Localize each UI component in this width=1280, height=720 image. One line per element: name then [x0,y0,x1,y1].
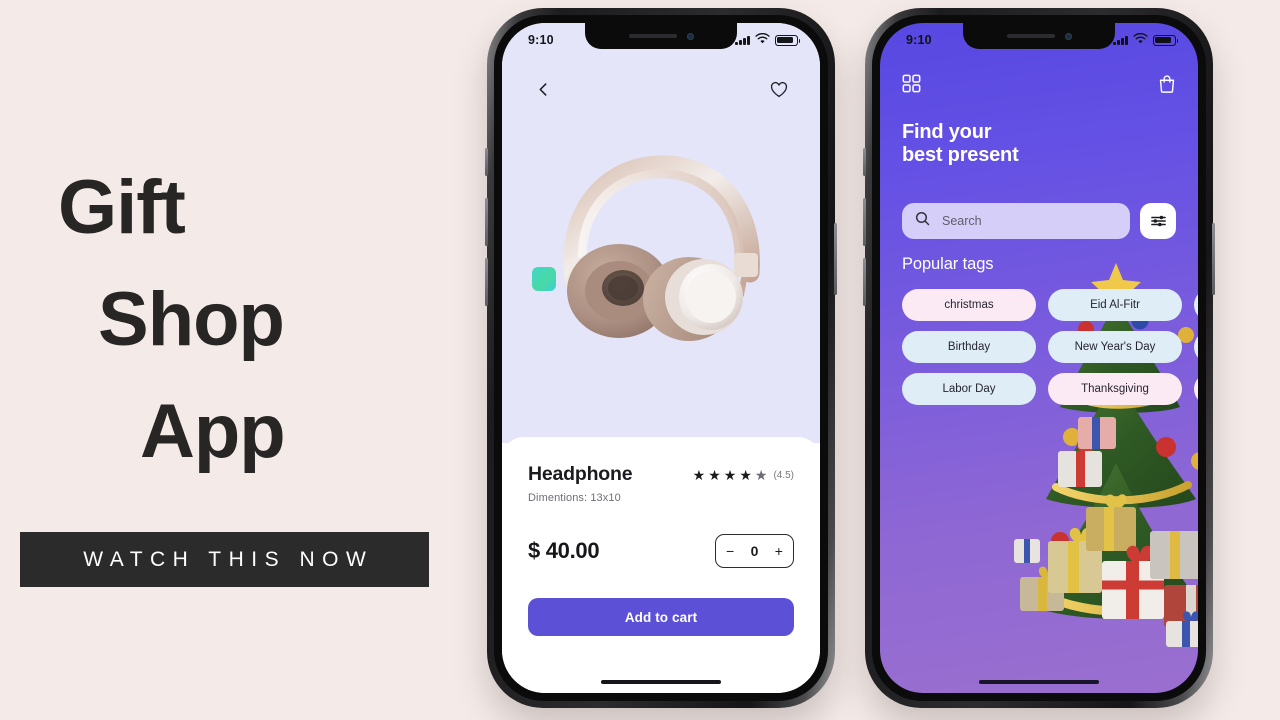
quantity-decrement-button[interactable]: − [726,544,734,558]
phone-mockup-discover: 9:10 Find your best present Search Popul… [863,8,1215,708]
star-icon: ★ [708,467,721,483]
discover-heading-line-1: Find your [902,121,992,143]
product-name-block: Headphone Dimentions: 13x10 [528,463,633,504]
star-icon: ★ [739,467,752,483]
phone-power-button [1212,223,1215,295]
shopping-bag-icon[interactable] [1158,74,1176,98]
promo-title-line-2: Shop [98,277,285,362]
phone-power-button [834,223,837,295]
add-to-cart-button[interactable]: Add to cart [528,598,794,636]
phone-notch [963,23,1115,49]
watch-this-now-banner[interactable]: WATCH THIS NOW [20,532,429,587]
phone-mute-switch [485,148,488,176]
discover-heading: Find your best present [902,121,1019,168]
promo-panel: Gift Shop App WATCH THIS NOW [0,0,470,720]
front-camera [686,32,694,40]
promo-title-line-3: App [140,389,286,474]
phone-volume-down-button [863,258,866,306]
product-hero-toolbar [502,71,820,107]
phone-mute-switch [863,148,866,176]
earpiece-speaker [628,34,677,38]
chevron-left-icon[interactable] [528,74,558,104]
status-bar-time: 9:10 [528,33,554,47]
tag-pill-labor-day[interactable]: Labor Day [902,373,1036,405]
battery-icon [1153,34,1179,46]
phone-screen-discover: 9:10 Find your best present Search Popul… [880,23,1198,693]
product-rating: ★ ★ ★ ★ ★ (4.5) [693,463,794,482]
cta-banner-label: WATCH THIS NOW [83,547,374,571]
tag-pill-overflow-3[interactable] [1194,373,1198,405]
phone-mockup-product: 9:10 Headphone Dimentions: 13x10 ★ ★ ★ ★… [485,8,837,708]
product-title: Headphone [528,463,633,485]
sliders-filter-icon[interactable] [1140,203,1176,239]
cellular-signal-icon [735,35,750,45]
battery-icon [775,34,801,46]
popular-tags-title: Popular tags [902,255,994,273]
star-icon: ★ [723,467,737,483]
discover-screen: 9:10 Find your best present Search Popul… [880,23,1198,693]
front-camera [1064,32,1072,40]
home-indicator[interactable] [979,679,1099,684]
phone-volume-up-button [863,198,866,246]
discover-heading-line-2: best present [902,144,1019,167]
tag-pill-eid-al-fitr[interactable]: Eid Al-Fitr [1048,289,1182,321]
product-dimensions: Dimentions: 13x10 [528,492,621,504]
status-bar-indicators [735,32,801,47]
heart-outline-icon[interactable] [764,74,794,104]
phone-volume-down-button [485,258,488,306]
quantity-stepper[interactable]: − 0 + [715,534,794,568]
phone-notch [585,23,737,49]
product-title-row: Headphone Dimentions: 13x10 ★ ★ ★ ★ ★ (4… [528,463,794,504]
cellular-signal-icon [1113,35,1128,45]
quantity-increment-button[interactable]: + [775,544,783,558]
tag-pill-birthday[interactable]: Birthday [902,331,1036,363]
tag-pill-overflow-2[interactable] [1194,331,1198,363]
search-icon [915,211,930,231]
promo-title-line-1: Gift [58,165,186,250]
teal-green-color-swatch[interactable] [532,267,556,291]
earpiece-speaker [1006,34,1055,38]
search-input[interactable]: Search [902,203,1130,239]
quantity-value: 0 [750,543,759,559]
discover-toolbar [880,71,1198,101]
product-info-card: Headphone Dimentions: 13x10 ★ ★ ★ ★ ★ (4… [502,437,820,693]
phone-screen-product: 9:10 Headphone Dimentions: 13x10 ★ ★ ★ ★… [502,23,820,693]
star-icon: ★ [692,467,706,483]
rating-value: (4.5) [773,469,794,481]
product-detail-screen: 9:10 Headphone Dimentions: 13x10 ★ ★ ★ ★… [502,23,820,693]
headphone-product-image [563,155,760,341]
status-bar-indicators [1113,32,1179,47]
search-placeholder: Search [942,214,982,228]
product-price: $ 40.00 [528,538,600,563]
product-price-row: $ 40.00 − 0 + [528,534,794,568]
wifi-icon [755,32,770,47]
product-hero-area [502,23,820,443]
tag-pill-new-years-day[interactable]: New Year's Day [1048,331,1182,363]
wifi-icon [1133,32,1148,47]
grid-menu-icon[interactable] [902,74,921,98]
tag-pill-christmas[interactable]: christmas [902,289,1036,321]
tag-pill-overflow-1[interactable] [1194,289,1198,321]
tag-pill-thanksgiving[interactable]: Thanksgiving [1048,373,1182,405]
screenshot-canvas: Gift Shop App WATCH THIS NOW 9:10 Headph… [0,0,1280,720]
home-indicator[interactable] [601,679,721,684]
status-bar-time: 9:10 [906,33,932,47]
search-row: Search [902,203,1176,239]
popular-tags-grid: christmas Eid Al-Fitr Birthday New Year'… [902,289,1198,405]
star-icon: ★ [754,467,768,483]
phone-volume-up-button [485,198,488,246]
